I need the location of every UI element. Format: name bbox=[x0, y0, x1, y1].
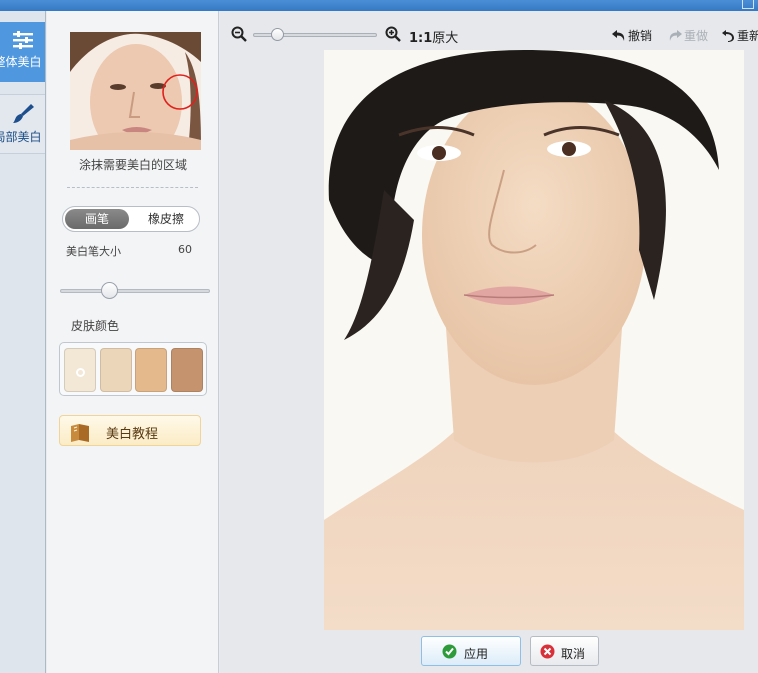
brush-size-value: 60 bbox=[178, 243, 192, 256]
redo-icon bbox=[669, 30, 682, 41]
redo-button[interactable]: 重做 bbox=[668, 27, 708, 44]
divider bbox=[67, 187, 198, 188]
tutorial-button[interactable]: 美白教程 bbox=[59, 415, 201, 446]
ratio-value: 1:1 bbox=[409, 31, 433, 46]
reset-label: 重新 bbox=[737, 29, 758, 43]
close-icon bbox=[540, 644, 555, 659]
tab-overall-whitening[interactable]: 整体美白 bbox=[0, 22, 45, 82]
window-control[interactable] bbox=[742, 0, 754, 9]
mode-tab-rail: 整体美白 局部美白 bbox=[0, 11, 46, 673]
zoom-slider-handle[interactable] bbox=[271, 28, 284, 41]
portrait-photo bbox=[324, 50, 744, 630]
brush-size-row: 美白笔大小 60 bbox=[66, 243, 192, 259]
skin-color-swatches bbox=[59, 342, 207, 396]
skin-swatch[interactable] bbox=[171, 348, 203, 392]
cancel-label: 取消 bbox=[561, 647, 586, 661]
tab-label: 整体美白 bbox=[0, 55, 42, 69]
brush-size-label: 美白笔大小 bbox=[66, 245, 121, 258]
brush-size-slider[interactable] bbox=[60, 282, 210, 299]
zoom-in-icon[interactable] bbox=[385, 26, 401, 42]
tab-label: 局部美白 bbox=[0, 130, 42, 144]
ratio-label: 原大 bbox=[432, 31, 459, 46]
brush-icon bbox=[12, 104, 34, 123]
whitening-tools-panel: 涂抹需要美白的区域 画笔 橡皮擦 美白笔大小 60 皮肤颜色 美白教程 bbox=[47, 11, 219, 673]
instruction-text: 涂抹需要美白的区域 bbox=[78, 158, 187, 172]
example-thumbnail bbox=[70, 32, 201, 150]
window-title-bar bbox=[0, 0, 758, 11]
check-icon bbox=[442, 644, 457, 659]
apply-label: 应用 bbox=[464, 647, 489, 661]
slider-handle[interactable] bbox=[101, 282, 118, 299]
undo-icon bbox=[612, 30, 625, 41]
tutorial-label: 美白教程 bbox=[106, 427, 159, 442]
redo-label: 重做 bbox=[684, 29, 709, 43]
editor-area: 1:1原大 撤销 重做 重新 应用 取消 bbox=[220, 11, 758, 673]
selected-indicator bbox=[76, 368, 85, 377]
undo-label: 撤销 bbox=[628, 29, 653, 43]
apply-button[interactable]: 应用 bbox=[421, 636, 521, 666]
undo-button[interactable]: 撤销 bbox=[612, 27, 652, 44]
cancel-button[interactable]: 取消 bbox=[530, 636, 599, 666]
sliders-icon bbox=[12, 31, 33, 49]
book-icon bbox=[71, 424, 89, 442]
zoom-slider[interactable] bbox=[253, 28, 377, 41]
skin-color-label: 皮肤颜色 bbox=[71, 319, 120, 333]
brush-mode-button[interactable]: 画笔 bbox=[65, 209, 129, 229]
canvas-toolbar: 1:1原大 撤销 重做 重新 bbox=[220, 19, 758, 49]
photo-canvas[interactable] bbox=[324, 50, 744, 630]
zoom-out-icon[interactable] bbox=[231, 26, 247, 42]
eraser-mode-button[interactable]: 橡皮擦 bbox=[135, 209, 197, 229]
skin-swatch[interactable] bbox=[100, 348, 132, 392]
skin-swatch[interactable] bbox=[135, 348, 167, 392]
reset-button[interactable]: 重新 bbox=[722, 27, 758, 44]
brush-mode-toggle: 画笔 橡皮擦 bbox=[62, 206, 200, 232]
reset-icon bbox=[722, 30, 734, 42]
actual-size-button[interactable]: 1:1原大 bbox=[409, 27, 458, 46]
tab-local-whitening[interactable]: 局部美白 bbox=[0, 94, 45, 154]
skin-swatch[interactable] bbox=[64, 348, 96, 392]
